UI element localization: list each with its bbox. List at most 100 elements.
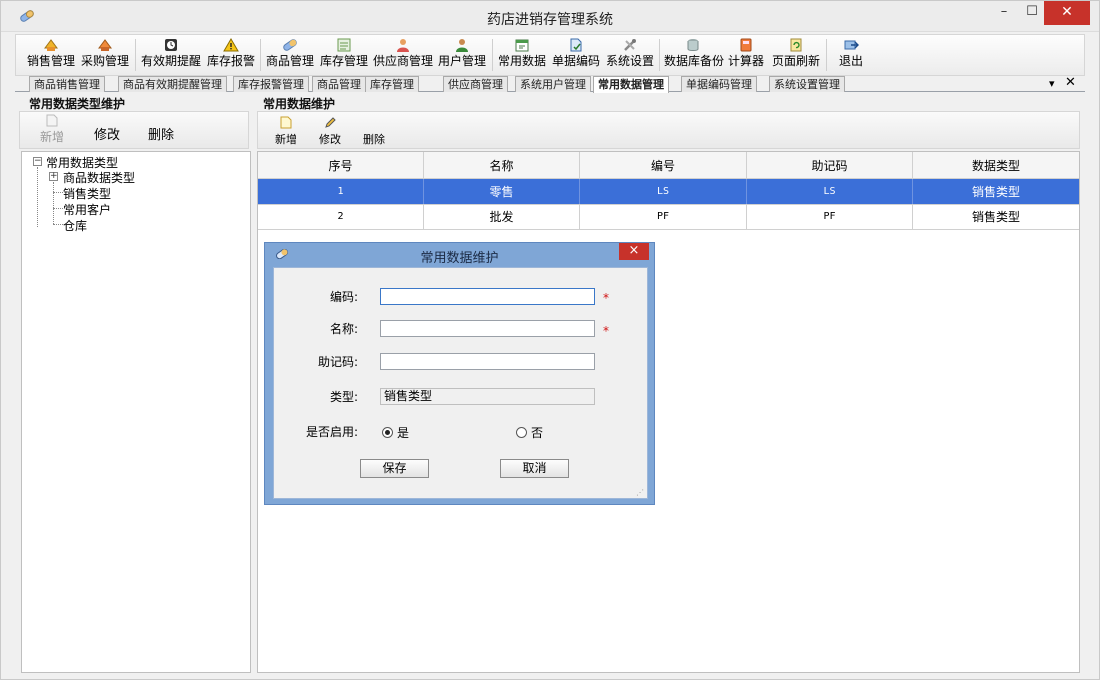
toolbar-separator bbox=[659, 39, 660, 71]
cell-code: LS bbox=[580, 179, 747, 204]
toolbar-database-backup-button[interactable]: 数据库备份 bbox=[664, 37, 724, 73]
tab-supplier[interactable]: 供应商管理 bbox=[443, 76, 508, 92]
toolbar-separator bbox=[260, 39, 261, 71]
tab-system-settings[interactable]: 系统设置管理 bbox=[769, 76, 845, 92]
save-button[interactable]: 保存 bbox=[360, 459, 429, 478]
toolbar-purchase-button[interactable]: 采购管理 bbox=[80, 37, 130, 73]
left-panel-title: 常用数据类型维护 bbox=[29, 97, 126, 111]
main-toolbar: 销售管理 采购管理 有效期提醒 库存报警 商品管理 库存管理 供应商管理 用户管… bbox=[15, 34, 1085, 76]
cancel-button[interactable]: 取消 bbox=[500, 459, 569, 478]
tree-connector bbox=[53, 192, 63, 193]
tab-document-code[interactable]: 单据编码管理 bbox=[681, 76, 757, 92]
tab-system-user[interactable]: 系统用户管理 bbox=[515, 76, 591, 92]
left-add-button[interactable]: 新增 bbox=[40, 114, 64, 144]
table-row[interactable]: 1 零售 LS LS 销售类型 bbox=[258, 179, 1079, 205]
new-document-icon bbox=[280, 116, 292, 129]
grid-header: 序号 名称 编号 助记码 数据类型 bbox=[258, 152, 1079, 179]
window-title: 药店进销存管理系统 bbox=[487, 12, 613, 28]
tree-expand-icon[interactable]: + bbox=[49, 172, 58, 181]
name-input[interactable] bbox=[380, 320, 595, 337]
left-panel-toolbar: 新增 修改 删除 bbox=[19, 111, 249, 149]
type-field: 销售类型 bbox=[380, 388, 595, 405]
left-edit-button[interactable]: 修改 bbox=[94, 124, 120, 143]
cell-name: 零售 bbox=[424, 179, 580, 204]
right-delete-button[interactable]: 删除 bbox=[360, 116, 388, 146]
toolbar-calculator-button[interactable]: 计算器 bbox=[726, 37, 766, 73]
supplier-icon bbox=[397, 39, 409, 52]
tree-item-warehouse[interactable]: 仓库 bbox=[63, 217, 87, 234]
toolbar-separator bbox=[826, 39, 827, 71]
tab-common-data[interactable]: 常用数据管理 bbox=[593, 76, 669, 93]
tab-expiry-reminder[interactable]: 商品有效期提醒管理 bbox=[118, 76, 227, 92]
code-label: 编码: bbox=[329, 290, 358, 304]
column-header-mnemonic[interactable]: 助记码 bbox=[747, 152, 913, 178]
data-type-tree: − 常用数据类型 + 商品数据类型 销售类型 常用客户 仓库 bbox=[21, 151, 251, 673]
toolbar-product-button[interactable]: 商品管理 bbox=[265, 37, 315, 73]
tab-list-dropdown-icon[interactable]: ▾ bbox=[1049, 77, 1055, 90]
toolbar-common-data-button[interactable]: 常用数据 bbox=[497, 37, 547, 73]
type-label: 类型: bbox=[329, 390, 358, 404]
tree-connector bbox=[53, 208, 63, 209]
cell-mnemonic: LS bbox=[747, 179, 913, 204]
user-icon bbox=[456, 39, 468, 52]
tree-item-common-customer[interactable]: 常用客户 bbox=[63, 201, 111, 218]
right-add-button[interactable]: 新增 bbox=[272, 116, 300, 146]
toolbar-document-code-button[interactable]: 单据编码 bbox=[551, 37, 601, 73]
cell-data-type: 销售类型 bbox=[971, 185, 1020, 199]
cell-name: 批发 bbox=[424, 204, 580, 229]
close-tab-icon[interactable]: ✕ bbox=[1065, 75, 1076, 90]
close-window-button[interactable]: ✕ bbox=[1044, 1, 1090, 25]
tree-connector bbox=[53, 182, 54, 224]
calculator-icon bbox=[740, 38, 752, 52]
mnemonic-input[interactable] bbox=[380, 353, 595, 370]
mnemonic-label: 助记码: bbox=[317, 355, 358, 369]
tab-product-sales[interactable]: 商品销售管理 bbox=[29, 76, 105, 92]
toolbar-refresh-button[interactable]: 页面刷新 bbox=[770, 37, 822, 73]
cell-number: 1 bbox=[258, 179, 424, 204]
enabled-no-radio[interactable]: 否 bbox=[516, 424, 543, 441]
code-input[interactable] bbox=[380, 288, 595, 305]
toolbar-stock-alarm-button[interactable]: 库存报警 bbox=[206, 37, 256, 73]
column-header-number[interactable]: 序号 bbox=[258, 152, 424, 178]
inventory-icon bbox=[337, 38, 351, 52]
enabled-label: 是否启用: bbox=[305, 425, 358, 439]
enabled-yes-radio[interactable]: 是 bbox=[382, 424, 409, 441]
name-label: 名称: bbox=[329, 322, 358, 336]
toolbar-sales-button[interactable]: 销售管理 bbox=[26, 37, 76, 73]
tab-product[interactable]: 商品管理 bbox=[312, 76, 366, 92]
toolbar-inventory-button[interactable]: 库存管理 bbox=[319, 37, 369, 73]
title-bar: 药店进销存管理系统 – ☐ ✕ bbox=[1, 1, 1099, 32]
radio-selected-icon bbox=[382, 427, 393, 438]
cell-number: 2 bbox=[258, 204, 424, 229]
toolbar-user-button[interactable]: 用户管理 bbox=[437, 37, 487, 73]
left-delete-button[interactable]: 删除 bbox=[148, 124, 174, 143]
settings-icon bbox=[624, 39, 636, 51]
refresh-icon bbox=[790, 38, 802, 52]
maximize-button[interactable]: ☐ bbox=[1021, 1, 1043, 25]
toolbar-settings-button[interactable]: 系统设置 bbox=[605, 37, 655, 73]
toolbar-supplier-button[interactable]: 供应商管理 bbox=[373, 37, 433, 73]
toolbar-exit-button[interactable]: 退出 bbox=[831, 37, 871, 73]
resize-grip-icon[interactable]: ⋰ bbox=[636, 488, 646, 498]
tree-item-sales-type[interactable]: 销售类型 bbox=[63, 185, 111, 202]
dialog-close-button[interactable]: × bbox=[619, 243, 649, 260]
column-header-name[interactable]: 名称 bbox=[424, 152, 580, 178]
column-header-data-type[interactable]: 数据类型 bbox=[913, 152, 1079, 178]
cell-code: PF bbox=[580, 204, 747, 229]
minimize-button[interactable]: – bbox=[987, 1, 1021, 25]
table-row[interactable]: 2 批发 PF PF 销售类型 bbox=[258, 204, 1079, 230]
tab-strip: 商品销售管理 商品有效期提醒管理 库存报警管理 商品管理 库存管理 供应商管理 … bbox=[15, 76, 1085, 93]
tab-stock-alarm[interactable]: 库存报警管理 bbox=[233, 76, 309, 92]
tree-connector bbox=[37, 167, 38, 227]
right-panel-toolbar: 新增 修改 删除 bbox=[257, 111, 1080, 149]
column-header-code[interactable]: 编号 bbox=[580, 152, 747, 178]
product-icon bbox=[283, 39, 297, 51]
common-data-dialog: 常用数据维护 × 编码: * 名称: * 助记码: 类型: 销售类型 是否启用:… bbox=[264, 242, 655, 505]
right-panel-title: 常用数据维护 bbox=[263, 97, 336, 111]
tree-item-product-data-type[interactable]: 商品数据类型 bbox=[63, 169, 135, 186]
right-edit-button[interactable]: 修改 bbox=[316, 116, 344, 146]
new-document-icon bbox=[46, 114, 58, 127]
tab-inventory[interactable]: 库存管理 bbox=[365, 76, 419, 92]
tree-collapse-icon[interactable]: − bbox=[33, 157, 42, 166]
toolbar-expiry-reminder-button[interactable]: 有效期提醒 bbox=[140, 37, 202, 73]
